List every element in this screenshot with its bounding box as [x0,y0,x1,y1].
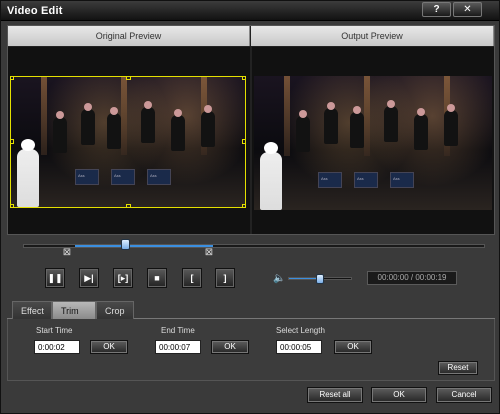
original-preview-pane: Ass Ass Ass [8,47,250,234]
tab-trim[interactable]: Trim [52,301,96,319]
stage-pillar [284,76,290,157]
stage-pillar [364,76,370,157]
end-time-input[interactable] [155,340,201,354]
volume-icon[interactable]: 🔈 [273,273,285,284]
stage-pillar [41,77,47,155]
tab-effect[interactable]: Effect [12,301,52,319]
music-stand: Ass [354,172,378,188]
crop-handle-right[interactable] [242,139,245,144]
output-video-frame: Ass Ass Ass [254,76,492,210]
stand-text: Ass [150,173,157,178]
reset-all-button[interactable]: Reset all [307,387,363,403]
stand-text: Ass [78,173,85,178]
stand-text: Ass [393,176,400,181]
start-time-label: Start Time [36,326,73,335]
reset-button[interactable]: Reset [438,361,478,375]
selection-range [74,245,213,247]
edit-panel: Effect Trim Crop Start Time OK End Time … [7,297,495,382]
start-time-ok-button[interactable]: OK [90,340,128,354]
playhead-slider[interactable] [121,239,131,250]
musician [324,102,338,144]
end-time-label: End Time [161,326,195,335]
window-title: Video Edit [7,5,63,17]
end-time-ok-button[interactable]: OK [211,340,249,354]
musician [141,101,155,143]
musician [53,111,67,153]
crop-handle-top-right[interactable] [242,77,245,80]
close-button[interactable]: ✕ [453,2,482,17]
musician-head [204,105,212,113]
crop-handle-bottom[interactable] [126,204,131,207]
musician-head [56,111,64,119]
original-preview-header: Original Preview [8,26,250,46]
musician [296,110,310,152]
musician-head [417,108,425,116]
select-length-input[interactable] [276,340,322,354]
original-video-frame[interactable]: Ass Ass Ass [10,76,246,208]
musician-head [174,109,182,117]
musician [350,106,364,148]
music-stand: Ass [390,172,414,188]
pause-button[interactable]: ❚❚ [45,268,65,288]
crop-handle-top-left[interactable] [11,77,14,80]
musician-head [387,100,395,108]
trim-end-marker-icon[interactable]: ⊠ [203,247,215,259]
musician-head [84,103,92,111]
singer-head [21,139,35,151]
musician-head [299,110,307,118]
mark-in-button[interactable]: [ [182,268,202,288]
musician [81,103,95,145]
musician [444,104,458,146]
crop-handle-bottom-right[interactable] [242,204,245,207]
crop-handle-bottom-left[interactable] [11,204,14,207]
time-readout: 00:00:00 / 00:00:19 [367,271,457,285]
musician-head [144,101,152,109]
mark-out-button[interactable]: ] [215,268,235,288]
crop-handle-top[interactable] [126,77,131,80]
stand-text: Ass [321,176,328,181]
singer-figure [260,142,282,210]
musician [107,107,121,149]
stage-pillar [121,77,127,155]
musician [384,100,398,142]
select-length-ok-button[interactable]: OK [334,340,372,354]
cancel-button[interactable]: Cancel [436,387,492,403]
musician-head [447,104,455,112]
musician [201,105,215,147]
video-edit-dialog: Video Edit ? ✕ Original Preview Output P… [0,0,500,414]
singer-head [264,142,278,154]
stand-text: Ass [357,176,364,181]
trim-tab-body: Start Time OK End Time OK Select Length … [7,319,495,381]
output-preview-header: Output Preview [251,26,494,46]
preview-area: Original Preview Output Preview Ass Ass … [7,25,495,235]
title-bar[interactable]: Video Edit ? ✕ [1,1,499,21]
musician [414,108,428,150]
musician-head [110,107,118,115]
trim-start-marker-icon[interactable]: ⊠ [61,247,73,259]
output-preview-pane: Ass Ass Ass [252,47,494,234]
crop-handle-left[interactable] [11,139,14,144]
timeline-track[interactable] [23,244,485,248]
stop-button[interactable]: ■ [147,268,167,288]
play-selection-button[interactable]: [▸] [113,268,133,288]
musician-head [353,106,361,114]
help-button[interactable]: ? [422,2,451,17]
music-stand: Ass [318,172,342,188]
volume-slider[interactable] [288,274,352,284]
start-time-input[interactable] [34,340,80,354]
singer-figure [17,139,39,207]
stand-text: Ass [114,173,121,178]
musician-head [327,102,335,110]
tab-strip: Effect Trim Crop [7,301,495,319]
music-stand: Ass [75,169,99,185]
timeline-panel: ⊠ ⊠ ❚❚ ▶| [▸] ■ [ ] 🔈 00:00:00 / 00:00:1… [7,235,495,295]
volume-knob[interactable] [316,274,324,284]
tab-crop[interactable]: Crop [96,301,134,319]
music-stand: Ass [147,169,171,185]
musician [171,109,185,151]
ok-button[interactable]: OK [371,387,427,403]
next-frame-button[interactable]: ▶| [79,268,99,288]
select-length-label: Select Length [276,326,325,335]
music-stand: Ass [111,169,135,185]
